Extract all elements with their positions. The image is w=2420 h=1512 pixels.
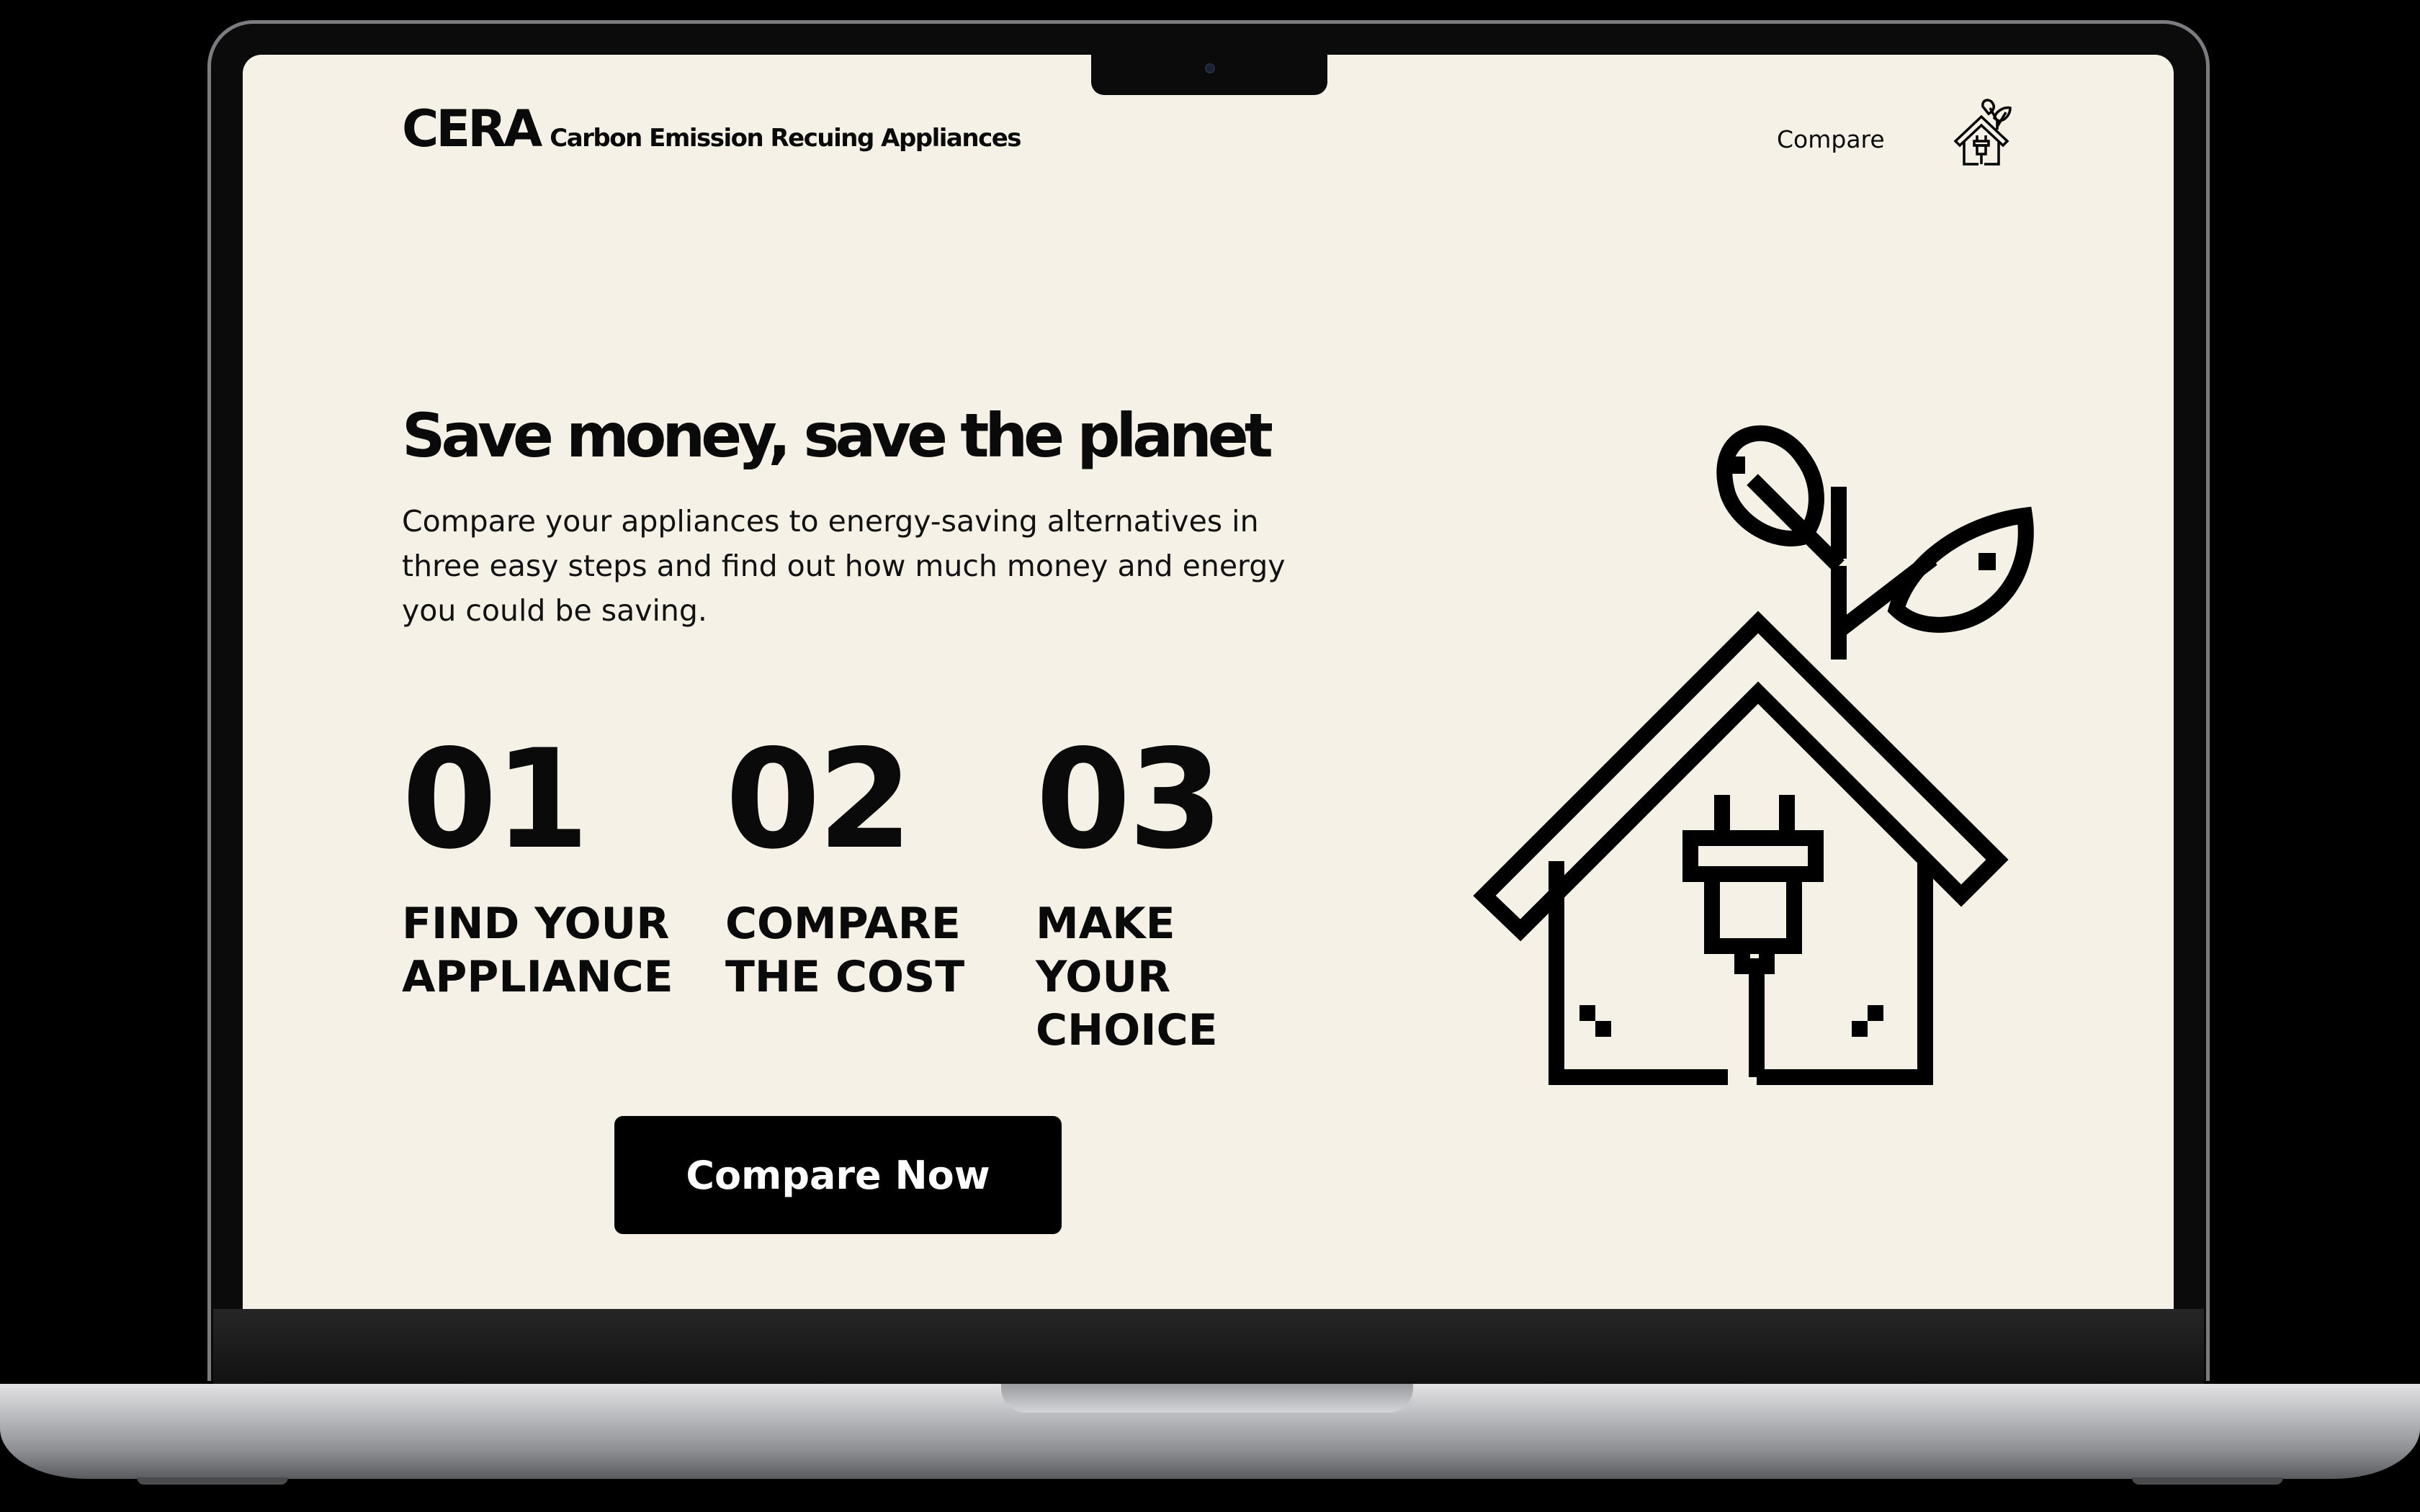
brand-name: CERA xyxy=(402,99,542,158)
step-number: 01 xyxy=(402,720,589,879)
eco-house-plug-icon xyxy=(1473,425,2034,1085)
step-1: 01 FIND YOUR APPLIANCE xyxy=(402,732,690,1004)
hero-description: Compare your appliances to energy-saving… xyxy=(402,504,1286,628)
step-number: 03 xyxy=(1036,720,1223,879)
laptop-foot-left xyxy=(137,1477,288,1485)
eco-house-plug-icon[interactable] xyxy=(1953,98,2012,167)
laptop-foot-right xyxy=(2132,1477,2283,1485)
step-number: 02 xyxy=(725,720,913,879)
compare-now-button[interactable]: Compare Now xyxy=(614,1116,1062,1234)
step-label: MAKE YOUR CHOICE xyxy=(1036,899,1218,1056)
brand-logo[interactable]: CERA Carbon Emission Recuing Appliances xyxy=(402,99,1022,158)
step-2: 02 COMPARE THE COST xyxy=(725,732,1013,1004)
hero-title: Save money, save the planet xyxy=(402,400,1273,471)
brand-tagline: Carbon Emission Recuing Appliances xyxy=(550,124,1021,153)
laptop-chin xyxy=(213,1309,2204,1387)
nav-link-compare[interactable]: Compare xyxy=(1777,125,1885,153)
step-label: COMPARE THE COST xyxy=(725,899,965,1002)
laptop-opening-notch xyxy=(1001,1384,1413,1413)
step-label: FIND YOUR APPLIANCE xyxy=(402,899,673,1002)
web-page: CERA Carbon Emission Recuing Appliances … xyxy=(243,55,2174,1309)
camera-notch xyxy=(1091,55,1327,95)
step-3: 03 MAKE YOUR CHOICE xyxy=(1036,732,1324,1057)
camera-icon xyxy=(1205,63,1215,73)
